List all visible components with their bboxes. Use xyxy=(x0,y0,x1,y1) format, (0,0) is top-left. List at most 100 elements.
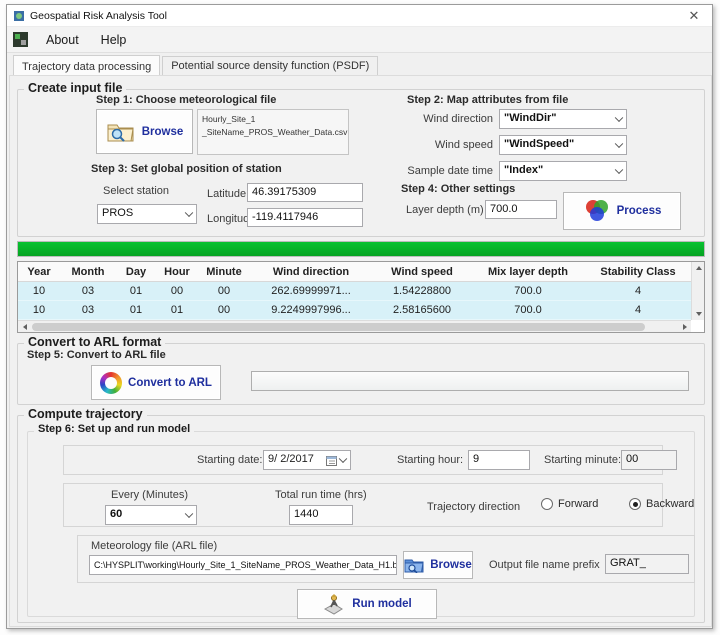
calendar-icon xyxy=(326,455,337,466)
cell: 700.0 xyxy=(472,304,584,316)
app-icon xyxy=(13,10,25,22)
starting-minute-label: Starting minute: xyxy=(544,454,621,466)
compute-trajectory-title: Compute trajectory xyxy=(24,407,147,421)
menu-help[interactable]: Help xyxy=(97,31,131,49)
wind-speed-value: "WindSpeed" xyxy=(504,138,574,150)
cell: 00 xyxy=(198,285,250,297)
cell: 03 xyxy=(60,304,116,316)
every-minutes-label: Every (Minutes) xyxy=(111,489,188,501)
folder-search-icon xyxy=(404,557,424,573)
tab-trajectory-data-processing[interactable]: Trajectory data processing xyxy=(13,55,160,77)
every-minutes-combo[interactable]: 60 xyxy=(105,505,197,525)
chevron-down-icon xyxy=(615,140,623,148)
starting-date-value: 9/ 2/2017 xyxy=(268,453,314,465)
scroll-right-icon[interactable] xyxy=(678,321,691,333)
cell: 700.0 xyxy=(472,285,584,297)
scroll-left-icon[interactable] xyxy=(18,321,31,333)
select-station-label: Select station xyxy=(103,185,169,197)
starting-hour-input[interactable]: 9 xyxy=(468,450,530,470)
met-file-input[interactable]: C:\HYSPLIT\working\Hourly_Site_1_SiteNam… xyxy=(89,555,397,575)
met-browse-button[interactable]: Browse xyxy=(403,551,473,579)
cell: 4 xyxy=(584,304,691,316)
wind-speed-label: Wind speed xyxy=(411,139,493,151)
cell: 10 xyxy=(18,285,60,297)
col-hour[interactable]: Hour xyxy=(156,266,198,278)
station-value: PROS xyxy=(102,207,133,219)
radio-selected-icon xyxy=(629,498,641,510)
col-minute[interactable]: Minute xyxy=(198,266,250,278)
longitude-input[interactable]: -119.4117946 xyxy=(247,208,363,227)
col-wind-speed[interactable]: Wind speed xyxy=(372,266,472,278)
wind-speed-combo[interactable]: "WindSpeed" xyxy=(499,135,627,155)
title-bar: Geospatial Risk Analysis Tool ✕ xyxy=(7,5,712,27)
convert-to-arl-button[interactable]: Convert to ARL xyxy=(91,365,221,400)
backward-label: Backward xyxy=(646,498,694,510)
col-month[interactable]: Month xyxy=(60,266,116,278)
cell: 4 xyxy=(584,285,691,297)
table-header-row: Year Month Day Hour Minute Wind directio… xyxy=(18,262,691,282)
rainbow-ring-icon xyxy=(100,372,122,394)
chevron-down-icon xyxy=(615,166,623,174)
latitude-label: Latitude xyxy=(207,188,246,200)
tab-strip: Trajectory data processing Potential sou… xyxy=(7,53,712,76)
wind-direction-label: Wind direction xyxy=(411,113,493,125)
step1-selected-file: Hourly_Site_1 _SiteName_PROS_Weather_Dat… xyxy=(197,109,349,155)
menu-about[interactable]: About xyxy=(42,31,83,49)
file-name-line1: Hourly_Site_1 xyxy=(202,113,344,126)
step1-browse-label: Browse xyxy=(142,126,184,138)
run-model-button[interactable]: Run model xyxy=(297,589,437,619)
layer-depth-input[interactable]: 700.0 xyxy=(485,200,557,219)
table-row[interactable]: 10 03 01 01 00 9.2249997996... 2.5816560… xyxy=(18,301,691,320)
met-browse-label: Browse xyxy=(430,559,472,571)
col-day[interactable]: Day xyxy=(116,266,156,278)
cell: 01 xyxy=(116,304,156,316)
station-combo[interactable]: PROS xyxy=(97,204,197,224)
latitude-input[interactable]: 46.39175309 xyxy=(247,183,363,202)
cell: 10 xyxy=(18,304,60,316)
process-button[interactable]: Process xyxy=(563,192,681,230)
cell: 9.2249997996... xyxy=(250,304,372,316)
col-wind-direction[interactable]: Wind direction xyxy=(250,266,372,278)
convert-arl-title: Convert to ARL format xyxy=(24,335,165,349)
chevron-down-icon xyxy=(615,114,623,122)
forward-label: Forward xyxy=(558,498,598,510)
total-run-time-label: Total run time (hrs) xyxy=(275,489,367,501)
scroll-down-icon[interactable] xyxy=(692,308,705,320)
menu-bar: About Help xyxy=(7,27,712,53)
cell: 03 xyxy=(60,285,116,297)
step3-title: Step 3: Set global position of station xyxy=(91,163,282,175)
step6-title: Step 6: Set up and run model xyxy=(34,423,194,435)
radio-icon xyxy=(541,498,553,510)
step5-title: Step 5: Convert to ARL file xyxy=(27,349,166,361)
convert-to-arl-label: Convert to ARL xyxy=(128,377,212,389)
output-prefix-input[interactable]: GRAT_ xyxy=(605,554,689,574)
chevron-down-icon xyxy=(339,455,347,463)
scroll-up-icon[interactable] xyxy=(692,262,705,274)
step1-browse-button[interactable]: Browse xyxy=(96,109,193,154)
tab-psdf[interactable]: Potential source density function (PSDF) xyxy=(162,56,378,76)
window-title: Geospatial Risk Analysis Tool xyxy=(30,10,167,22)
scrollbar-thumb[interactable] xyxy=(32,323,645,331)
menu-app-icon xyxy=(13,32,28,47)
table-vertical-scrollbar[interactable] xyxy=(691,262,704,320)
file-name-line2: _SiteName_PROS_Weather_Data.csv xyxy=(202,126,344,139)
col-stability-class[interactable]: Stability Class xyxy=(584,266,691,278)
trajectory-direction-label: Trajectory direction xyxy=(427,501,520,513)
table-row[interactable]: 10 03 01 00 00 262.69999971... 1.5422880… xyxy=(18,282,691,301)
sample-date-time-combo[interactable]: "Index" xyxy=(499,161,627,181)
starting-minute-input[interactable]: 00 xyxy=(621,450,677,470)
table-horizontal-scrollbar[interactable] xyxy=(18,320,691,332)
run-model-label: Run model xyxy=(352,598,411,610)
col-mix-layer-depth[interactable]: Mix layer depth xyxy=(472,266,584,278)
total-run-time-input[interactable]: 1440 xyxy=(289,505,353,525)
radio-forward[interactable]: Forward xyxy=(541,498,598,510)
process-progress-bar xyxy=(17,241,705,257)
sample-date-time-label: Sample date time xyxy=(401,165,493,177)
weather-data-table: Year Month Day Hour Minute Wind directio… xyxy=(17,261,705,333)
wind-direction-combo[interactable]: "WindDir" xyxy=(499,109,627,129)
close-icon[interactable]: ✕ xyxy=(686,8,702,24)
radio-backward[interactable]: Backward xyxy=(629,498,694,510)
every-minutes-value: 60 xyxy=(110,508,122,520)
starting-date-picker[interactable]: 9/ 2/2017 xyxy=(263,450,351,470)
col-year[interactable]: Year xyxy=(18,266,60,278)
